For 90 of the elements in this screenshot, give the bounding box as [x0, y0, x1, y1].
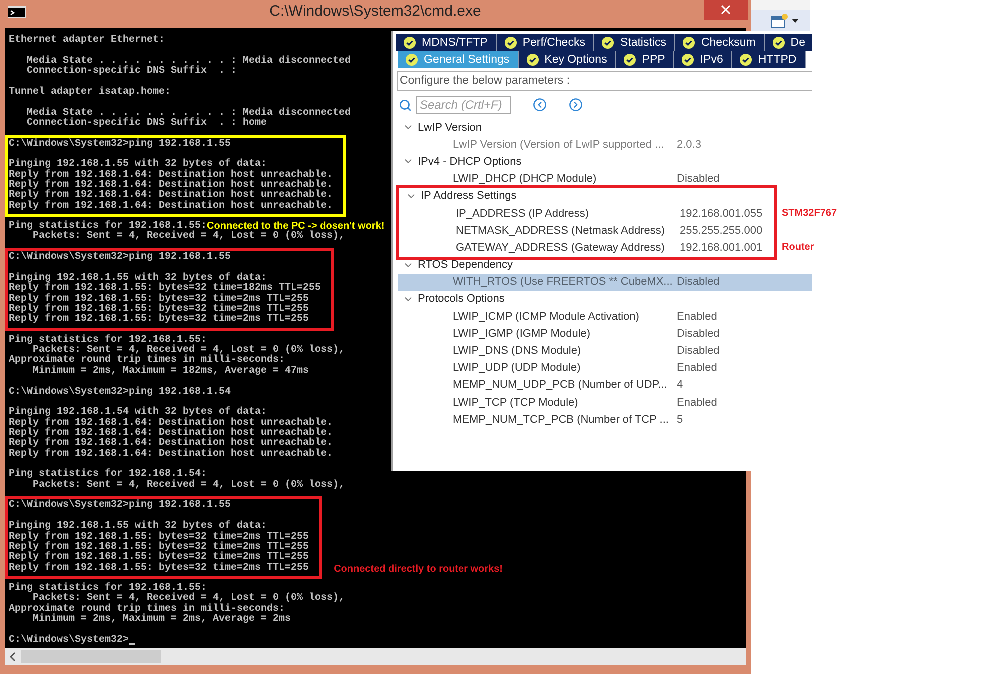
annotation-note: Connected directly to router works! — [334, 564, 503, 575]
console-line: C:\Windows\System32>ping 192.168.1.54 — [9, 388, 232, 398]
check-icon — [624, 54, 636, 66]
check-icon — [504, 36, 517, 48]
check-icon — [526, 54, 539, 66]
setting-row[interactable]: LWIP_TCP (TCP Module) Enabled — [398, 394, 812, 412]
console-line: Pinging 192.168.1.55 with 32 bytes of data: — [9, 160, 268, 170]
setting-row[interactable]: NETMASK_ADDRESS (Netmask Address) 255.255.255.000 — [399, 222, 774, 240]
scroll-thumb[interactable] — [21, 650, 161, 663]
previous-button[interactable] — [533, 98, 547, 112]
console-line: Reply from 192.168.1.64: Destination host unreachable. — [9, 428, 334, 439]
console-line: Ping statistics for 192.168.1.54: — [9, 470, 208, 480]
console-line: Ethernet adapter Ethernet: — [9, 36, 166, 46]
console-line: Ping statistics for 192.168.1.55: — [9, 336, 208, 346]
console-line: Reply from 192.168.1.55: bytes=32 time=182ms TTL=255 — [9, 284, 322, 294]
close-button[interactable] — [704, 0, 748, 20]
console-line: Packets: Sent = 4, Received = 4, Lost = 0 (0% loss), — [32, 480, 346, 492]
tree-group[interactable]: RTOS Dependency — [393, 256, 812, 274]
setting-row[interactable]: MEMP_NUM_TCP_PCB (Number of TCP ... 5 — [398, 411, 812, 428]
console-line: Pinging 192.168.1.55 with 32 bytes of data: — [9, 522, 268, 532]
tab[interactable]: Key Options — [518, 51, 616, 68]
console-line: C:\Windows\System32>ping 192.168.1.55 — [9, 140, 232, 150]
setting-row[interactable]: LWIP_IGMP (IGMP Module) Disabled — [398, 325, 812, 342]
tree-group[interactable]: Protocols Options — [393, 290, 812, 308]
console-line: Reply from 192.168.1.55: bytes=32 time=2ms TTL=255 — [9, 564, 310, 574]
console-line: Approximate round trip times in milli-seconds: — [9, 356, 286, 366]
tab[interactable]: IPv6 — [674, 51, 732, 68]
console-line: Media State . . . . . . . . . . . : Media disconnected — [26, 56, 352, 67]
console-line: Packets: Sent = 4, Received = 4, Lost = 0 (0% loss), — [32, 232, 346, 243]
console-line: Minimum = 2ms, Maximum = 182ms, Average = 47ms — [32, 366, 310, 378]
setting-row[interactable]: LWIP_ICMP (ICMP Module Activation) Enabled — [398, 308, 812, 326]
console-line: Reply from 192.168.1.64: Destination host unreachable. — [9, 191, 334, 202]
tab[interactable]: Perf/Checks — [496, 34, 594, 51]
console-line: Tunnel adapter isatap.home: — [9, 88, 172, 98]
tree-group[interactable]: LwIP Version — [393, 119, 812, 136]
console-icon — [8, 6, 26, 18]
console-line: Reply from 192.168.1.55: bytes=32 time=2ms TTL=255 — [9, 294, 310, 305]
console-line: Reply from 192.168.1.55: bytes=32 time=2ms TTL=255 — [9, 532, 310, 543]
console-line: Reply from 192.168.1.64: Destination host unreachable. — [9, 439, 334, 450]
section-heading: Configure the below parameters : — [397, 71, 812, 91]
tab[interactable]: PPP — [616, 51, 674, 68]
tab[interactable]: De — [764, 34, 812, 51]
console-line: Reply from 192.168.1.64: Destination host unreachable. — [9, 450, 334, 460]
annotation-note: STM32F767 — [782, 208, 838, 220]
console-line: C:\Windows\System32>ping 192.168.1.55 — [9, 501, 232, 512]
check-icon — [772, 36, 785, 48]
console-line: Pinging 192.168.1.54 with 32 bytes of data: — [9, 408, 268, 418]
tree-group[interactable]: IPv4 - DHCP Options — [393, 153, 812, 171]
close-icon[interactable] — [721, 5, 731, 15]
console-line: Media State . . . . . . . . . . . : Media disconnected — [26, 108, 352, 119]
check-icon — [683, 36, 696, 48]
console-line: Minimum = 2ms, Maximum = 2ms, Average = 2ms — [32, 615, 292, 626]
console-line: Reply from 192.168.1.64: Destination host unreachable. — [9, 170, 334, 181]
check-icon — [682, 54, 694, 66]
console-line: Pinging 192.168.1.55 with 32 bytes of data: — [9, 274, 268, 284]
setting-row[interactable]: MEMP_NUM_UDP_PCB (Number of UDP... 4 — [398, 376, 812, 394]
horizontal-scrollbar[interactable] — [5, 648, 746, 665]
check-icon — [740, 54, 752, 66]
tab[interactable]: HTTPD — [732, 51, 806, 68]
check-icon — [602, 36, 614, 48]
console-line: Reply from 192.168.1.55: bytes=32 time=2ms TTL=255 — [9, 553, 310, 564]
setting-row[interactable]: LWIP_DHCP (DHCP Module) Disabled — [398, 170, 812, 188]
console-line: Reply from 192.168.1.55: bytes=32 time=2ms TTL=255 — [9, 542, 310, 553]
setting-row[interactable]: LWIP_DNS (DNS Module) Disabled — [398, 342, 812, 360]
check-icon — [406, 54, 418, 66]
tab[interactable]: Checksum — [675, 34, 765, 51]
console-line: Reply from 192.168.1.64: Destination host unreachable. — [9, 418, 334, 429]
console-line: Connection-specific DNS Suffix . : home — [26, 118, 268, 130]
search-field[interactable]: Search (Crtl+F) — [416, 96, 511, 114]
tab[interactable]: Statistics — [594, 34, 676, 51]
new-window-icon[interactable] — [771, 12, 789, 28]
next-button[interactable] — [569, 98, 583, 112]
window-title: C:\Windows\System32\cmd.exe — [270, 3, 482, 20]
console-line: Ping statistics for 192.168.1.55: — [9, 584, 208, 594]
setting-row[interactable]: LWIP_UDP (UDP Module) Enabled — [398, 360, 812, 377]
search-icon — [399, 98, 412, 112]
text-cursor — [129, 643, 136, 646]
console-line: Connection-specific DNS Suffix . : — [26, 67, 238, 78]
annotation-note: Router — [782, 242, 814, 254]
tab[interactable]: MDNS/TFTP — [396, 34, 497, 51]
tree-group[interactable]: IP Address Settings — [399, 188, 774, 205]
console-line: Reply from 192.168.1.55: bytes=32 time=2ms TTL=255 — [9, 315, 310, 326]
console-line: Reply from 192.168.1.55: bytes=32 time=2ms TTL=255 — [9, 304, 310, 315]
console-line: C:\Windows\System32> — [9, 636, 130, 646]
console-line: Reply from 192.168.1.64: Destination host unreachable. — [9, 202, 334, 212]
check-icon — [404, 36, 416, 48]
console-line: C:\Windows\System32>ping 192.168.1.55 — [9, 253, 232, 264]
console-line: Packets: Sent = 4, Received = 4, Lost = 0 (0% loss), — [33, 594, 346, 604]
console-line: Approximate round trip times in milli-seconds: — [9, 604, 286, 615]
caret-icon[interactable] — [792, 18, 799, 22]
